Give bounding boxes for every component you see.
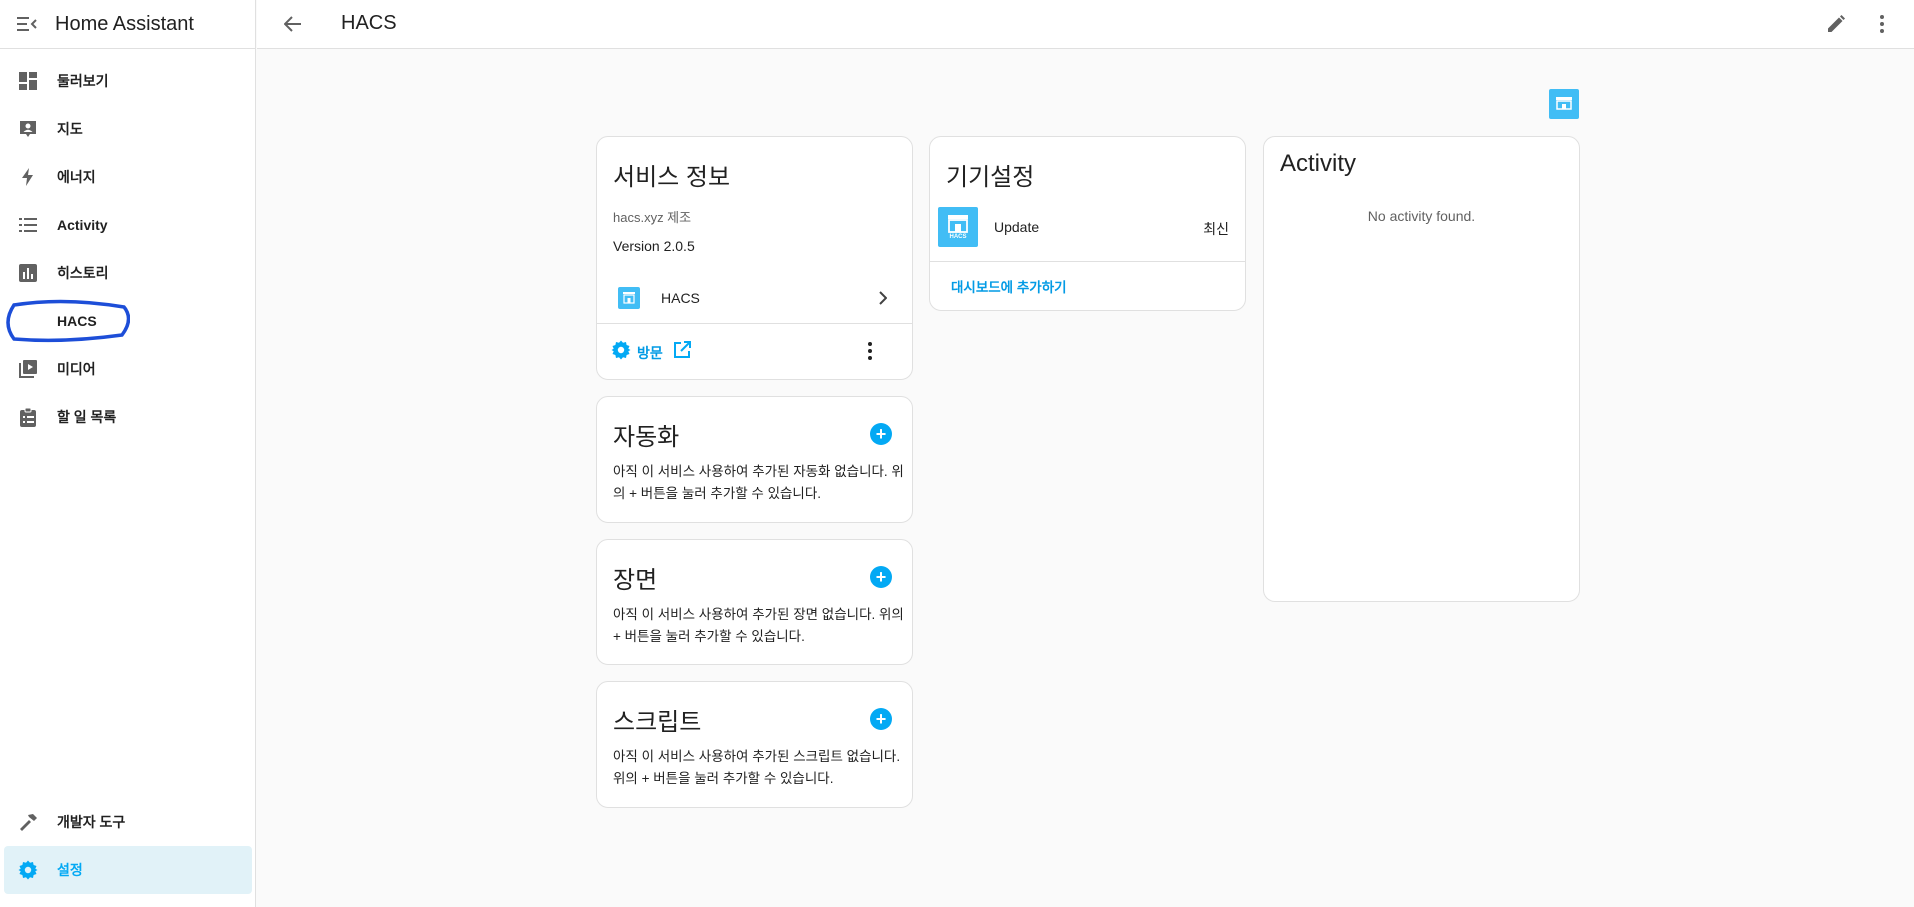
sidebar-bottom: 개발자 도구 설정 xyxy=(0,798,256,894)
map-account-icon xyxy=(17,118,39,140)
version-text: Version 2.0.5 xyxy=(613,238,695,254)
sidebar-item-label: 개발자 도구 xyxy=(57,814,126,830)
hacs-icon xyxy=(17,310,39,332)
more-vertical-icon[interactable] xyxy=(1870,12,1894,36)
more-vertical-icon[interactable] xyxy=(867,342,873,365)
sidebar-item-settings[interactable]: 설정 xyxy=(4,846,252,894)
activity-card: Activity No activity found. xyxy=(1263,136,1580,602)
sidebar-item-label: 둘러보기 xyxy=(57,73,109,89)
empty-text: 아직 이 서비스 사용하여 추가된 스크립트 없습니다. 위의 + 버튼을 눌러… xyxy=(613,749,901,786)
entity-state: 최신 xyxy=(1203,221,1229,237)
page-title: HACS xyxy=(341,12,397,34)
sidebar-header: Home Assistant xyxy=(0,0,255,49)
card-title: 자동화 xyxy=(613,424,680,451)
play-box-multiple-icon xyxy=(17,358,39,380)
empty-activity-text: No activity found. xyxy=(1367,208,1476,224)
sidebar-item-label: 설정 xyxy=(57,862,83,878)
chevron-right-icon xyxy=(879,291,888,310)
add-script-button[interactable]: + xyxy=(870,708,892,730)
sidebar-item-label: 미디어 xyxy=(57,361,96,377)
scripts-card: 스크립트 + 아직 이 서비스 사용하여 추가된 스크립트 없습니다. 위의 +… xyxy=(596,681,913,808)
sidebar-nav: 둘러보기 지도 에너지 Activity 히스토리 HACS 미디어 할 일 목… xyxy=(0,57,256,441)
service-info-card: 서비스 정보 hacs.xyz 제조 Version 2.0.5 HACS 방문 xyxy=(596,136,913,380)
sidebar-item-developer-tools[interactable]: 개발자 도구 xyxy=(0,798,256,846)
open-in-new-icon xyxy=(673,341,691,364)
chart-box-icon xyxy=(17,262,39,284)
sidebar-item-label: 지도 xyxy=(57,121,83,137)
clipboard-list-icon xyxy=(17,406,39,428)
sidebar-item-label: HACS xyxy=(57,313,97,329)
manufacturer-text: hacs.xyz 제조 xyxy=(613,210,692,225)
sidebar-item-energy[interactable]: 에너지 xyxy=(0,153,256,201)
sidebar: Home Assistant 둘러보기 지도 에너지 Activity 히스토리… xyxy=(0,0,256,907)
entity-name: Update xyxy=(994,219,1040,235)
empty-text: 아직 이 서비스 사용하여 추가된 장면 없습니다. 위의 + 버튼을 눌러 추… xyxy=(613,607,904,644)
sidebar-item-label: Activity xyxy=(57,217,108,233)
automation-card: 자동화 + 아직 이 서비스 사용하여 추가된 자동화 없습니다. 위의 + 버… xyxy=(596,396,913,523)
visit-link[interactable]: 방문 xyxy=(611,340,691,365)
entity-logo-text: HACS xyxy=(949,233,967,240)
sidebar-item-overview[interactable]: 둘러보기 xyxy=(0,57,256,105)
format-list-icon xyxy=(17,214,39,236)
empty-text: 아직 이 서비스 사용하여 추가된 자동화 없습니다. 위의 + 버튼을 눌러 … xyxy=(613,464,904,501)
device-row[interactable]: HACS xyxy=(597,279,912,319)
back-arrow-icon[interactable] xyxy=(281,12,305,36)
sidebar-item-media[interactable]: 미디어 xyxy=(0,345,256,393)
app-title: Home Assistant xyxy=(55,12,194,35)
dashboard-icon xyxy=(17,70,39,92)
sidebar-item-todo[interactable]: 할 일 목록 xyxy=(0,393,256,441)
hammer-icon xyxy=(17,811,39,833)
device-label: HACS xyxy=(661,290,700,306)
card-divider xyxy=(597,323,912,324)
lightning-icon xyxy=(17,166,39,188)
pencil-icon[interactable] xyxy=(1824,12,1848,36)
menu-icon[interactable] xyxy=(17,14,37,34)
entity-row[interactable]: HACS Update 최신 xyxy=(930,205,1245,249)
hacs-entity-icon: HACS xyxy=(938,207,978,247)
sidebar-item-label: 에너지 xyxy=(57,169,96,185)
card-title: Activity xyxy=(1280,150,1357,177)
card-title: 기기설정 xyxy=(946,164,1035,191)
sidebar-item-history[interactable]: 히스토리 xyxy=(0,249,256,297)
card-title: 장면 xyxy=(613,567,658,594)
card-divider xyxy=(930,261,1245,262)
cog-icon xyxy=(611,340,631,365)
add-to-dashboard-link[interactable]: 대시보드에 추가하기 xyxy=(951,276,1067,296)
add-automation-button[interactable]: + xyxy=(870,423,892,445)
sidebar-item-label: 히스토리 xyxy=(57,265,109,281)
hacs-logo xyxy=(1549,89,1579,119)
device-settings-card: 기기설정 HACS Update 최신 대시보드에 추가하기 xyxy=(929,136,1246,311)
sidebar-item-label: 할 일 목록 xyxy=(57,409,117,425)
sidebar-item-map[interactable]: 지도 xyxy=(0,105,256,153)
card-title: 서비스 정보 xyxy=(613,164,731,191)
top-app-bar: HACS xyxy=(257,0,1914,49)
sidebar-item-activity[interactable]: Activity xyxy=(0,201,256,249)
cog-icon xyxy=(17,859,39,881)
visit-label: 방문 xyxy=(637,344,663,361)
card-title: 스크립트 xyxy=(613,709,702,736)
sidebar-item-hacs[interactable]: HACS xyxy=(0,297,256,345)
scenes-card: 장면 + 아직 이 서비스 사용하여 추가된 장면 없습니다. 위의 + 버튼을… xyxy=(596,539,913,665)
add-scene-button[interactable]: + xyxy=(870,566,892,588)
hacs-device-icon xyxy=(618,287,640,309)
